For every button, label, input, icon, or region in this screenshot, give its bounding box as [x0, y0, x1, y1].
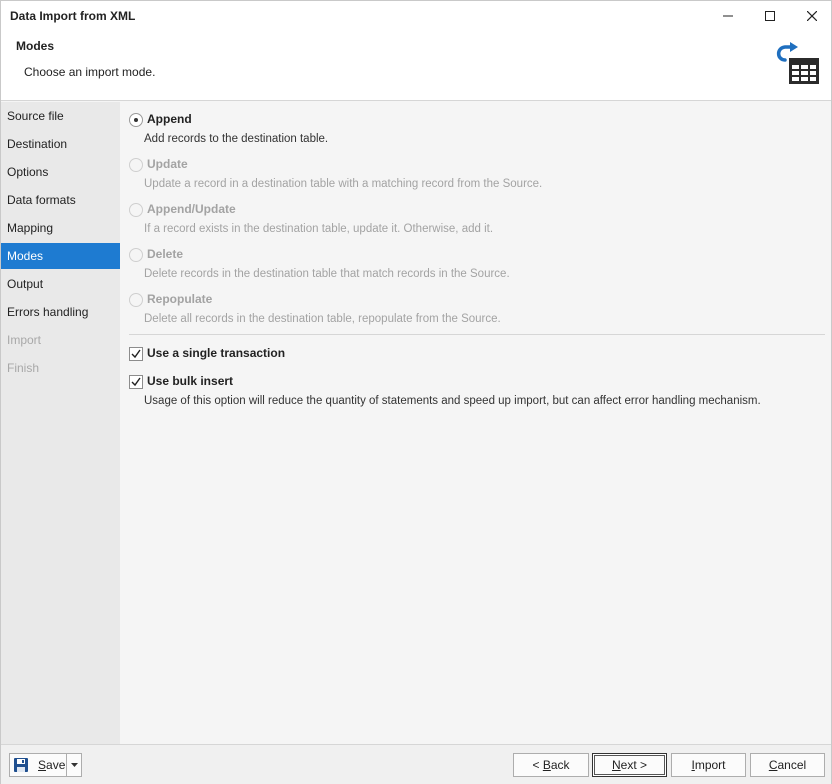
checkmark-icon [131, 349, 141, 359]
minimize-button[interactable] [707, 1, 749, 31]
close-button[interactable] [791, 1, 832, 31]
wizard-steps-sidebar: Source file Destination Options Data for… [1, 102, 120, 744]
floppy-disk-icon [14, 758, 28, 772]
page-subtitle: Choose an import mode. [24, 65, 156, 79]
maximize-button[interactable] [749, 1, 791, 31]
delete-description: Delete records in the destination table … [144, 268, 510, 280]
next-button[interactable]: Next > [592, 753, 667, 777]
save-dropdown-button[interactable] [66, 754, 81, 776]
append-update-radio [129, 203, 143, 217]
sidebar-item-mapping[interactable]: Mapping [1, 215, 120, 241]
title-bar: Data Import from XML [1, 1, 831, 31]
window-title: Data Import from XML [10, 9, 136, 23]
back-label: < Back [532, 758, 570, 772]
append-update-label: Append/Update [147, 202, 236, 216]
import-label: Import [691, 758, 726, 772]
delete-radio [129, 248, 143, 262]
minimize-icon [723, 15, 733, 17]
update-label: Update [147, 157, 188, 171]
repopulate-description: Delete all records in the destination ta… [144, 313, 501, 325]
bulk-insert-checkbox[interactable] [129, 375, 143, 389]
page-header: Modes Choose an import mode. [1, 31, 831, 101]
import-table-icon [776, 42, 819, 84]
save-button[interactable]: Save [10, 754, 66, 776]
single-transaction-checkbox[interactable] [129, 347, 143, 361]
single-transaction-label[interactable]: Use a single transaction [147, 346, 285, 360]
bulk-insert-label[interactable]: Use bulk insert [147, 374, 233, 388]
save-label: Save [38, 758, 66, 772]
import-wizard-window: Data Import from XML Modes Choose an imp… [0, 0, 832, 784]
sidebar-item-options[interactable]: Options [1, 159, 120, 185]
save-label-rest: ave [46, 758, 66, 772]
next-label: Next > [611, 758, 648, 772]
append-radio[interactable] [129, 113, 143, 127]
checkmark-icon [131, 377, 141, 387]
sidebar-item-data-formats[interactable]: Data formats [1, 187, 120, 213]
sidebar-item-import: Import [7, 333, 42, 347]
cancel-button[interactable]: Cancel [750, 753, 825, 777]
back-button[interactable]: < Back [513, 753, 589, 777]
page-title: Modes [16, 39, 55, 53]
append-description: Add records to the destination table. [144, 133, 329, 145]
sidebar-item-finish: Finish [7, 361, 40, 375]
sidebar-item-source-file[interactable]: Source file [1, 103, 120, 129]
repopulate-radio [129, 293, 143, 307]
sidebar-item-destination[interactable]: Destination [1, 131, 120, 157]
sidebar-item-errors-handling[interactable]: Errors handling [1, 299, 120, 325]
radio-selected-dot [134, 118, 138, 122]
close-icon [807, 11, 817, 21]
save-split-button: Save [9, 753, 82, 777]
sidebar-item-modes[interactable]: Modes [1, 243, 120, 269]
chevron-down-icon [70, 763, 78, 767]
wizard-footer: Save < Back Next > Import Cancel [1, 744, 831, 784]
modes-panel: Append Add records to the destination ta… [120, 102, 831, 744]
cancel-label: Cancel [768, 758, 807, 772]
sidebar-item-output[interactable]: Output [1, 271, 120, 297]
import-button[interactable]: Import [671, 753, 746, 777]
repopulate-label: Repopulate [147, 292, 213, 306]
update-description: Update a record in a destination table w… [144, 178, 543, 190]
options-divider [129, 334, 825, 335]
append-update-description: If a record exists in the destination ta… [144, 223, 494, 235]
update-radio [129, 158, 143, 172]
maximize-icon [765, 11, 775, 21]
bulk-insert-description: Usage of this option will reduce the qua… [144, 395, 761, 407]
delete-label: Delete [147, 247, 184, 261]
append-label[interactable]: Append [147, 112, 192, 126]
